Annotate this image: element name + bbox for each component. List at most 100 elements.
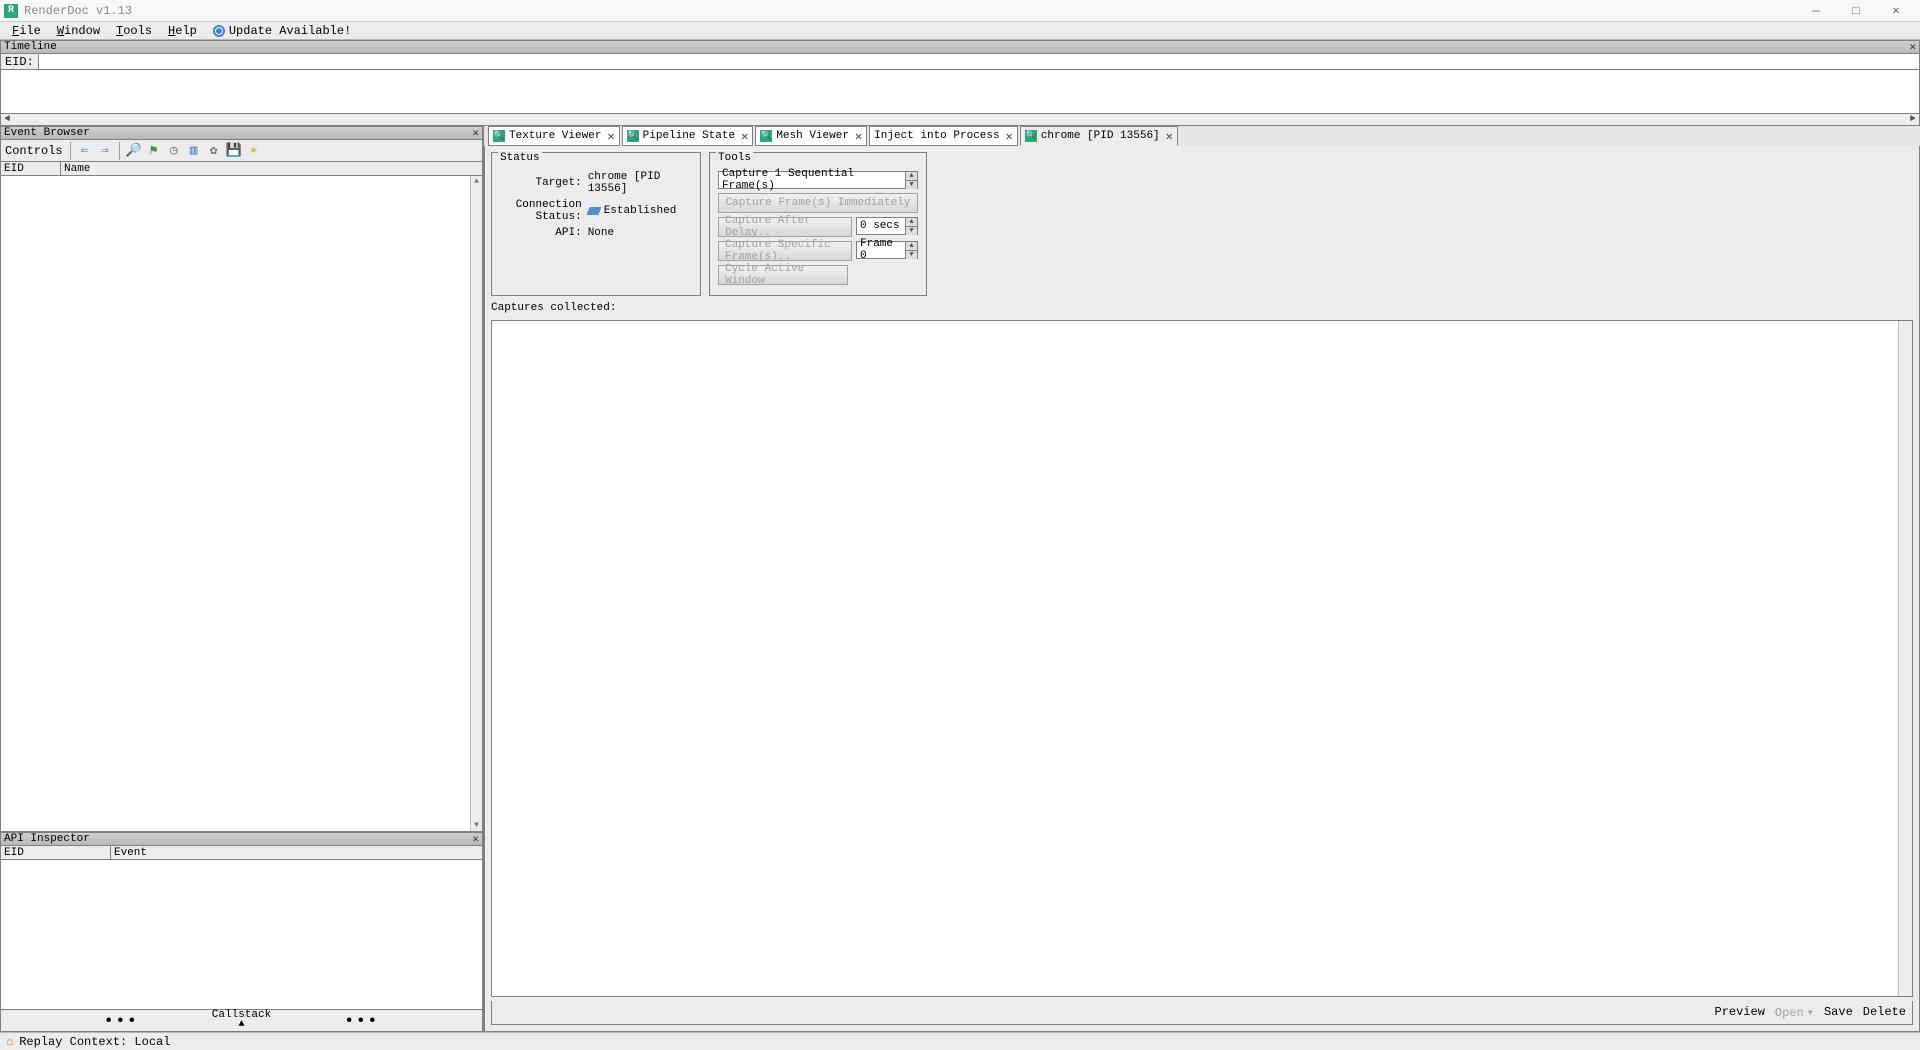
left-column: Event Browser ✕ Controls ⇐ ⇒ 🔎 ⚑ ◷ ▥ ✿ 💾… [0,126,484,1032]
callstack-toggle[interactable]: Callstack ▲ [212,1009,271,1029]
delete-button[interactable]: Delete [1863,1005,1906,1020]
api-inspector-close-icon[interactable]: ✕ [472,832,479,846]
tab-close-icon[interactable]: ✕ [741,129,748,144]
tab-chrome-pid[interactable]: 🔍 chrome [PID 13556] ✕ [1020,126,1178,146]
tab-pipeline-state[interactable]: 🔍 Pipeline State ✕ [622,126,754,146]
capture-sequential-combo[interactable]: Capture 1 Sequential Frame(s) ▲▼ [718,171,918,189]
event-browser-close-icon[interactable]: ✕ [472,126,479,140]
preview-button[interactable]: Preview [1715,1005,1765,1020]
cycle-active-window-button[interactable]: Cycle Active Window [718,265,848,285]
clock-icon[interactable]: ◷ [165,142,183,160]
capture-now-button[interactable]: Capture Frame(s) Immediately [718,193,918,213]
eid-label: EID: [1,54,39,69]
tab-mesh-viewer[interactable]: 🔍 Mesh Viewer ✕ [755,126,867,146]
tab-close-icon[interactable]: ✕ [855,129,862,144]
capture-specific-frames-button[interactable]: Capture Specific Frame(s).. [718,241,852,261]
spinner-icon[interactable]: ▲▼ [905,218,917,234]
update-label: Update Available! [229,24,351,38]
timeline-track[interactable] [0,70,1920,114]
event-browser-header: Event Browser ✕ [0,126,483,140]
captures-button-bar: Preview Open ▾ Save Delete [491,1001,1913,1025]
connection-status-label: Connection Status: [500,199,582,223]
save-button[interactable]: Save [1824,1005,1853,1020]
status-groupbox: Status Target: chrome [PID 13556] Connec… [491,152,701,296]
home-icon[interactable]: ⌂ [6,1035,13,1049]
api-inspector-footer: ••• Callstack ▲ ••• [0,1010,483,1032]
chevron-up-icon: ▲ [212,1021,271,1029]
grip-dots-icon[interactable]: ••• [104,1012,139,1030]
magnify-icon: 🔍 [627,130,639,142]
spinner-icon[interactable]: ▲▼ [905,172,917,188]
timeline-eid-row: EID: [0,54,1920,70]
magnify-icon: 🔍 [493,130,505,142]
save-icon[interactable]: 💾 [225,142,243,160]
api-table-body[interactable] [0,860,483,1010]
captures-scrollbar[interactable] [1898,321,1912,996]
cog-icon[interactable]: ✿ [205,142,223,160]
event-browser-scrollbar[interactable] [470,176,482,831]
tab-close-icon[interactable]: ✕ [607,129,614,144]
capture-top-panels: Status Target: chrome [PID 13556] Connec… [491,152,1913,296]
main-area: Event Browser ✕ Controls ⇐ ⇒ 🔎 ⚑ ◷ ▥ ✿ 💾… [0,126,1920,1032]
prev-arrow-icon[interactable]: ⇐ [76,142,94,160]
minimize-button[interactable]: — [1796,0,1836,22]
tab-close-icon[interactable]: ✕ [1166,129,1173,144]
histogram-icon[interactable]: ▥ [185,142,203,160]
flag-icon[interactable]: ⚑ [145,142,163,160]
next-arrow-icon[interactable]: ⇒ [96,142,114,160]
event-table-header: EID Name [0,162,483,176]
star-icon[interactable]: ✶ [245,142,263,160]
toolbar-separator [119,142,120,160]
col-event[interactable]: Event [111,846,482,859]
delay-value-input[interactable]: 0 secs ▲▼ [856,217,918,235]
toolbar-separator [70,142,71,160]
chevron-down-icon: ▾ [1807,1005,1814,1020]
timeline-close-icon[interactable]: ✕ [1909,40,1916,54]
menu-help[interactable]: Help [160,24,205,38]
magnify-icon: 🔍 [760,130,772,142]
captures-list[interactable] [491,320,1913,997]
app-icon: R [4,4,18,18]
menu-update-available[interactable]: Update Available! [205,24,359,38]
capture-panel: Status Target: chrome [PID 13556] Connec… [484,146,1920,1032]
event-browser-title: Event Browser [4,127,90,139]
tools-legend: Tools [716,152,753,164]
api-inspector-panel: API Inspector ✕ EID Event ••• Callstack … [0,832,483,1032]
spinner-icon[interactable]: ▲▼ [905,242,917,258]
capture-after-delay-button[interactable]: Capture After Delay.. [718,217,852,237]
timeline-header: Timeline ✕ [0,40,1920,54]
target-value: chrome [PID 13556] [588,171,692,195]
menu-window[interactable]: Window [49,24,108,38]
tab-inject-into-process[interactable]: Inject into Process ✕ [869,126,1018,146]
close-window-button[interactable]: ✕ [1876,0,1916,22]
col-eid[interactable]: EID [1,846,111,859]
right-column: 🔍 Texture Viewer ✕ 🔍 Pipeline State ✕ 🔍 … [484,126,1920,1032]
connection-status-value: Established [588,205,692,217]
api-inspector-title: API Inspector [4,833,90,845]
event-table-body[interactable] [0,176,483,832]
col-name[interactable]: Name [61,162,482,175]
binoculars-icon[interactable]: 🔎 [125,142,143,160]
globe-icon [213,25,225,37]
menu-bar: File Window Tools Help Update Available! [0,22,1920,40]
api-value: None [588,227,692,239]
menu-file[interactable]: File [4,24,49,38]
controls-label: Controls [5,144,63,158]
open-button[interactable]: Open ▾ [1775,1005,1814,1020]
maximize-button[interactable]: □ [1836,0,1876,22]
menu-tools[interactable]: Tools [108,24,160,38]
specific-frame-value: Frame 0 [857,242,905,258]
specific-frame-input[interactable]: Frame 0 ▲▼ [856,241,918,259]
tab-texture-viewer[interactable]: 🔍 Texture Viewer ✕ [488,126,620,146]
col-eid[interactable]: EID [1,162,61,175]
tab-close-icon[interactable]: ✕ [1006,129,1013,144]
timeline-scrollbar[interactable]: ◄ ► [0,114,1920,126]
scroll-right-icon[interactable]: ► [1907,114,1919,125]
event-browser-toolbar: Controls ⇐ ⇒ 🔎 ⚑ ◷ ▥ ✿ 💾 ✶ [0,140,483,162]
scroll-left-icon[interactable]: ◄ [1,114,13,125]
plug-icon [586,207,601,215]
eid-input[interactable] [39,54,1919,69]
grip-dots-icon[interactable]: ••• [344,1012,379,1030]
open-label: Open [1775,1006,1804,1020]
timeline-title: Timeline [4,41,57,53]
